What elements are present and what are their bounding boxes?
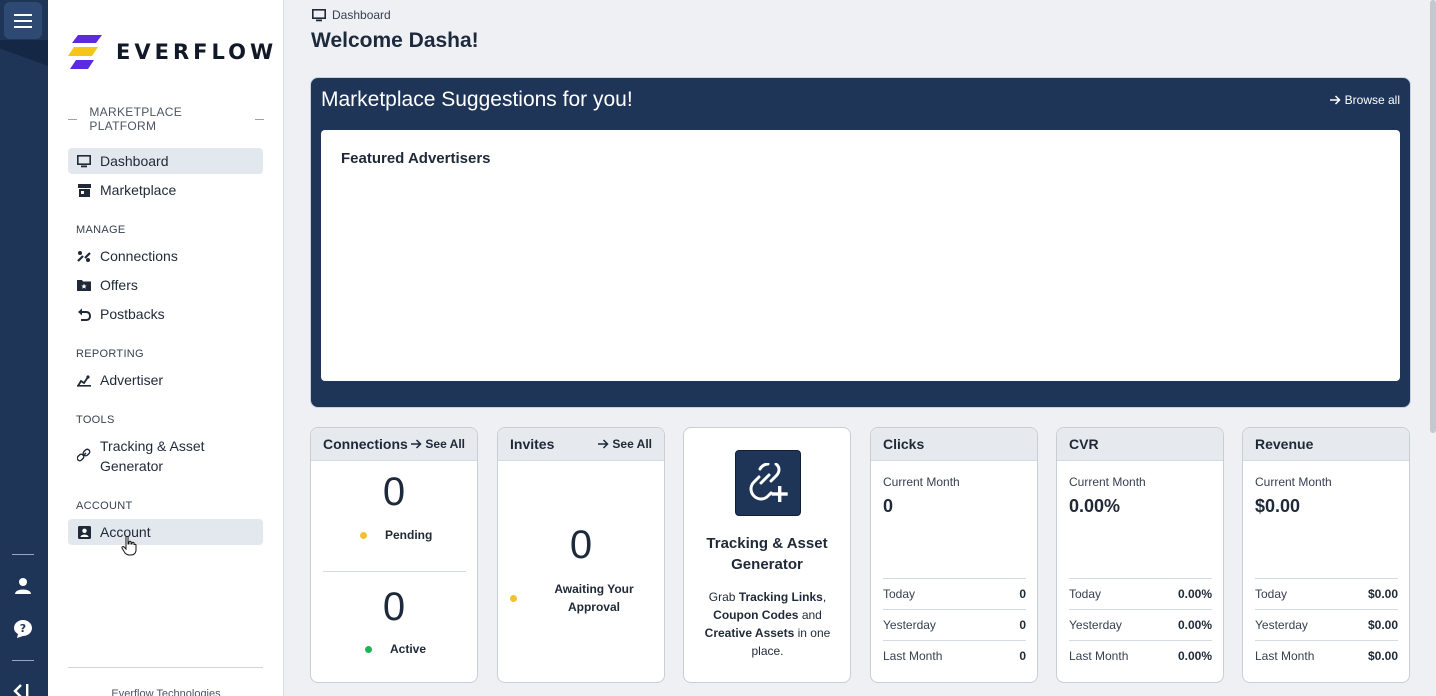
user-icon[interactable] [12,575,34,597]
featured-advertisers-box: Featured Advertisers [321,130,1400,381]
awaiting-dot-icon [510,595,517,602]
cvr-row-today: Today 0.00% [1069,578,1212,609]
main-content: Dashboard Welcome Dasha! Marketplace Sug… [284,0,1436,696]
featured-advertisers-title: Featured Advertisers [341,150,491,167]
cvr-current-month-value: 0.00% [1069,496,1121,516]
page-title: Welcome Dasha! [311,29,479,52]
monitor-icon [312,8,326,21]
clicks-row-today: Today 0 [883,578,1026,609]
everflow-logo-icon [68,35,102,69]
tracking-card-title: Tracking & Asset Generator [706,535,828,573]
revenue-row-today: Today $0.00 [1255,578,1398,609]
rail-accent [0,40,48,74]
active-dot-icon [365,645,372,653]
section-label-tools: TOOLS [76,414,115,426]
tracking-asset-generator-card[interactable]: Tracking & Asset Generator Grab Tracking… [683,427,851,683]
hamburger-menu-icon[interactable] [4,2,42,39]
clicks-row-last-month: Last Month 0 [883,640,1026,671]
link-plus-icon [735,450,801,516]
platform-label: MARKETPLACE PLATFORM [68,105,264,133]
account-card-icon [68,525,100,539]
clicks-row-yesterday: Yesterday 0 [883,609,1026,640]
clicks-card: Clicks Current Month 0 Today 0 Yesterday 0… [870,427,1038,683]
hand-cursor-icon [121,535,137,561]
clicks-current-month-value: 0 [883,496,894,516]
sidebar: EVERFLOW MARKETPLACE PLATFORM Dashboard … [48,0,284,696]
sidebar-item-marketplace[interactable]: Marketplace [68,177,263,203]
invites-card-title: Invites [510,436,555,452]
pending-status: Pending [360,528,432,542]
section-label-manage: MANAGE [76,224,126,236]
revenue-current-month-value: $0.00 [1255,496,1301,516]
link-plus-icon [68,448,100,462]
connections-card-title: Connections [323,436,408,452]
collapse-icon[interactable] [12,680,34,696]
active-count: 0 [382,585,406,629]
section-label-reporting: REPORTING [76,348,144,360]
sidebar-item-dashboard[interactable]: Dashboard [68,148,263,174]
arrow-right-icon [1329,95,1341,105]
cvr-card: CVR Current Month 0.00% Today 0.00% Yeste… [1056,427,1224,683]
breadcrumb: Dashboard [312,8,391,22]
rail-divider [12,660,34,661]
icon-rail: ? [0,0,48,696]
invites-count: 0 [569,523,593,567]
revenue-row-last-month: Last Month $0.00 [1255,640,1398,671]
sidebar-item-tracking-asset-generator[interactable]: Tracking & Asset Generator [68,436,263,478]
sidebar-item-advertiser[interactable]: Advertiser [68,367,263,393]
clicks-card-title: Clicks [883,436,925,452]
connections-see-all-link[interactable]: See All [411,437,465,451]
page-scrollbar[interactable] [1430,0,1436,433]
revenue-row-yesterday: Yesterday $0.00 [1255,609,1398,640]
advertiser-chart-icon [68,374,100,387]
arrow-right-icon [598,439,609,449]
breadcrumb-label[interactable]: Dashboard [332,8,391,22]
sidebar-footer-divider [68,667,263,668]
revenue-card: Revenue Current Month $0.00 Today $0.00 Y… [1242,427,1410,683]
revenue-card-title: Revenue [1255,436,1314,452]
pending-count: 0 [382,470,406,514]
section-label-account: ACCOUNT [76,500,133,512]
awaiting-approval-label: Awaiting Your Approval [554,582,634,614]
active-status: Active [365,642,426,656]
marketplace-suggestions-title: Marketplace Suggestions for you! [321,88,633,111]
store-icon [68,183,100,197]
connections-icon [68,250,100,263]
pending-dot-icon [360,531,367,539]
tracking-card-description: Grab Tracking Links, Coupon Codes and Cr… [704,590,831,658]
help-chat-icon[interactable]: ? [12,618,34,640]
arrow-right-icon [411,439,422,449]
sidebar-item-offers[interactable]: Offers [68,272,263,298]
rail-divider [12,554,34,555]
cvr-card-title: CVR [1069,436,1099,452]
marketplace-suggestions-panel: Marketplace Suggestions for you! Browse … [310,77,1411,408]
logo-text: EVERFLOW [116,40,278,64]
cvr-row-yesterday: Yesterday 0.00% [1069,609,1212,640]
invites-see-all-link[interactable]: See All [598,437,652,451]
sidebar-item-postbacks[interactable]: Postbacks [68,301,263,327]
sidebar-footer: Everflow Technologies [111,688,221,696]
monitor-icon [68,154,100,168]
everflow-logo[interactable]: EVERFLOW [68,34,277,70]
sidebar-item-connections[interactable]: Connections [68,243,263,269]
offers-folder-icon [68,279,100,291]
svg-text:?: ? [20,622,26,635]
connections-card: Connections See All 0 Pending 0 Active [310,427,478,683]
cvr-row-last-month: Last Month 0.00% [1069,640,1212,671]
sidebar-item-account[interactable]: Account [68,519,263,545]
undo-arrow-icon [68,308,100,321]
invites-card: Invites See All 0 Awaiting Your Approval [497,427,665,683]
browse-all-link[interactable]: Browse all [1329,93,1400,107]
